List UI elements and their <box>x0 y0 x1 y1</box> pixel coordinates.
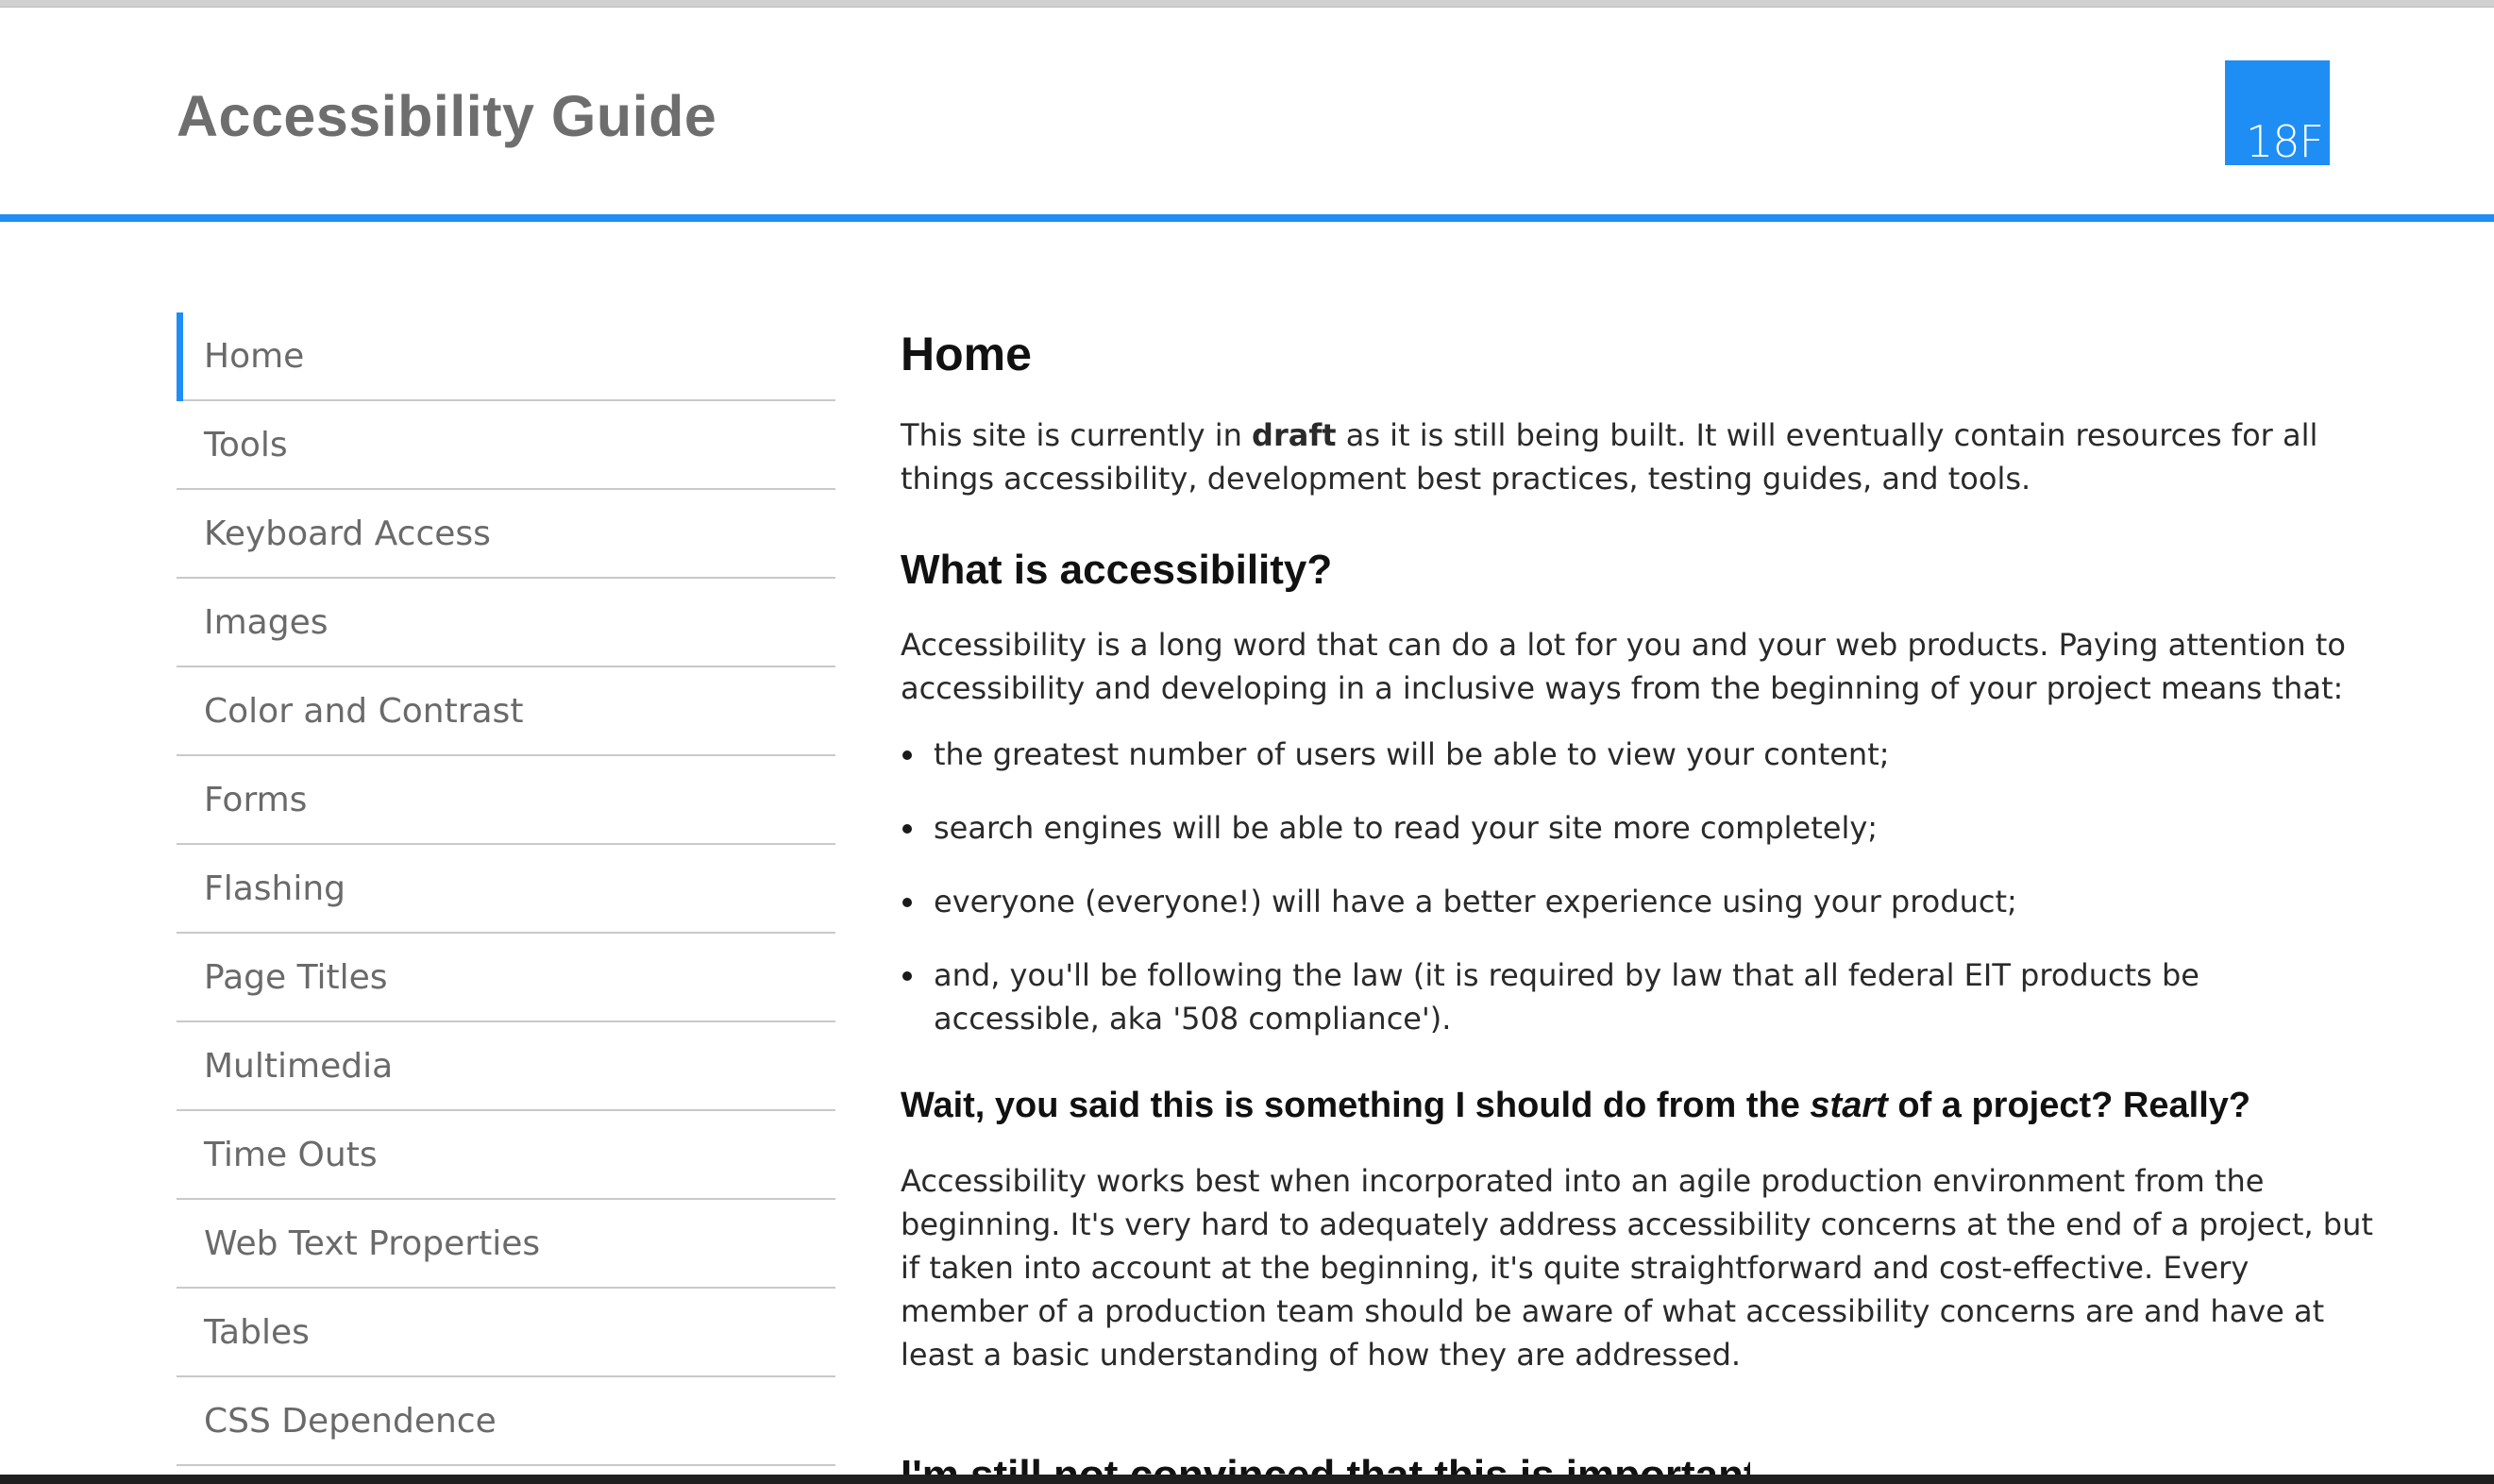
site-header: Accessibility Guide 18F <box>0 8 2494 216</box>
intro-text-before: This site is currently in <box>901 417 1253 453</box>
intro-draft-emphasis: draft <box>1252 417 1337 453</box>
sidebar-item-label: Page Titles <box>204 957 388 997</box>
section-heading-start-of-project: Wait, you said this is something I shoul… <box>901 1080 2373 1131</box>
sidebar-item-keyboard-access[interactable]: Keyboard Access <box>177 490 835 579</box>
sidebar-item-tables[interactable]: Tables <box>177 1289 835 1377</box>
sidebar-item-tools[interactable]: Tools <box>177 401 835 490</box>
agile-paragraph: Accessibility works best when incorporat… <box>901 1163 2373 1373</box>
sidebar-item-label: Tools <box>204 425 288 464</box>
sidebar-item-forms[interactable]: Forms <box>177 756 835 845</box>
accessibility-paragraph: Accessibility is a long word that can do… <box>901 627 2346 706</box>
site-title[interactable]: Accessibility Guide <box>177 83 716 149</box>
sidebar-item-multimedia[interactable]: Multimedia <box>177 1022 835 1111</box>
sidebar-item-label: Home <box>204 336 305 376</box>
list-item: the greatest number of users will be abl… <box>901 733 2373 776</box>
main-content: Home This site is currently in draft as … <box>901 321 2373 1376</box>
logo-text: 18F <box>2246 116 2324 167</box>
sidebar-item-label: Tables <box>204 1312 310 1352</box>
browser-top-edge <box>0 0 2494 8</box>
sidebar-item-flashing[interactable]: Flashing <box>177 845 835 934</box>
intro-paragraph: This site is currently in draft as it is… <box>901 413 2373 500</box>
section-heading-what-is-accessibility: What is accessibility? <box>901 547 1333 593</box>
heading-text-before: Wait, you said this is something I shoul… <box>901 1086 1811 1125</box>
sidebar-item-label: Multimedia <box>204 1046 394 1086</box>
sidebar-nav: Home Tools Keyboard Access Images Color … <box>177 312 835 1466</box>
sidebar-item-css-dependence[interactable]: CSS Dependence <box>177 1377 835 1466</box>
sidebar-item-label: Color and Contrast <box>204 691 524 731</box>
sidebar-item-label: Flashing <box>204 868 346 908</box>
section-heading-not-convinced: I'm still not convinced that this is imp… <box>901 1454 1750 1475</box>
sidebar-item-label: Images <box>204 602 329 642</box>
sidebar-item-label: Forms <box>204 780 308 819</box>
sidebar-item-label: CSS Dependence <box>204 1401 497 1441</box>
list-item: search engines will be able to read your… <box>901 806 2373 850</box>
header-divider <box>0 214 2494 222</box>
page-title: Home <box>901 328 1032 380</box>
sidebar-item-label: Time Outs <box>204 1135 378 1174</box>
cut-off-heading: I'm still not convinced that this is imp… <box>901 1454 1750 1475</box>
sidebar-item-page-titles[interactable]: Page Titles <box>177 934 835 1022</box>
heading-start-emphasis: start <box>1810 1086 1888 1125</box>
heading-text-after: of a project? Really? <box>1887 1086 2251 1125</box>
window-bottom-edge <box>0 1475 2494 1484</box>
18f-logo[interactable]: 18F <box>2225 60 2330 165</box>
sidebar-item-web-text-properties[interactable]: Web Text Properties <box>177 1200 835 1289</box>
sidebar-item-time-outs[interactable]: Time Outs <box>177 1111 835 1200</box>
sidebar-item-label: Web Text Properties <box>204 1223 541 1263</box>
list-item: and, you'll be following the law (it is … <box>901 953 2373 1040</box>
benefits-list: the greatest number of users will be abl… <box>901 733 2373 1040</box>
sidebar-item-color-and-contrast[interactable]: Color and Contrast <box>177 667 835 756</box>
list-item: everyone (everyone!) will have a better … <box>901 880 2373 923</box>
sidebar-item-home[interactable]: Home <box>177 312 835 401</box>
sidebar-item-images[interactable]: Images <box>177 579 835 667</box>
sidebar-item-label: Keyboard Access <box>204 514 491 553</box>
